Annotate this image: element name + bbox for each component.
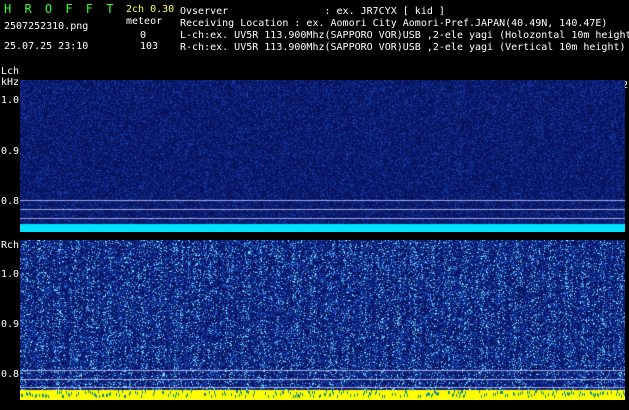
location-line: Receiving Location : ex. Aomori City Aom… (180, 18, 608, 29)
rch-tick-0.9: 0.9 (1, 319, 20, 330)
app-title: H R O F F T (4, 2, 117, 16)
rch-info-line: R-ch:ex. UV5R 113.900Mhz(SAPPORO VOR)USB… (180, 42, 626, 53)
lch-tick-0.9: 0.9 (1, 146, 20, 157)
lch-label: Lch (1, 66, 20, 77)
rch-waterfall (20, 240, 625, 400)
lch-tick-0.8: 0.8 (1, 196, 20, 207)
datetime: 25.07.25 23:10 (4, 41, 89, 52)
rch-tick-1.0: 1.0 (1, 269, 20, 280)
mode-label: 2ch 0.30 (126, 4, 175, 15)
count-r: 103 (140, 41, 159, 52)
lch-waterfall (20, 80, 625, 232)
lch-info-line: L-ch:ex. UV5R 113.900Mhz(SAPPORO VOR)USB… (180, 30, 629, 41)
lch-tick-1.0: 1.0 (1, 95, 20, 106)
rch-tick-0.8: 0.8 (1, 369, 20, 380)
observer-line: Ovserver : ex. JR7CYX [ kid ] (180, 6, 445, 17)
lch-unit: kHz (1, 77, 20, 88)
rch-label: Rch (1, 240, 20, 251)
filename: 2507252310.png (4, 21, 89, 32)
detector-label: meteor (126, 16, 163, 27)
